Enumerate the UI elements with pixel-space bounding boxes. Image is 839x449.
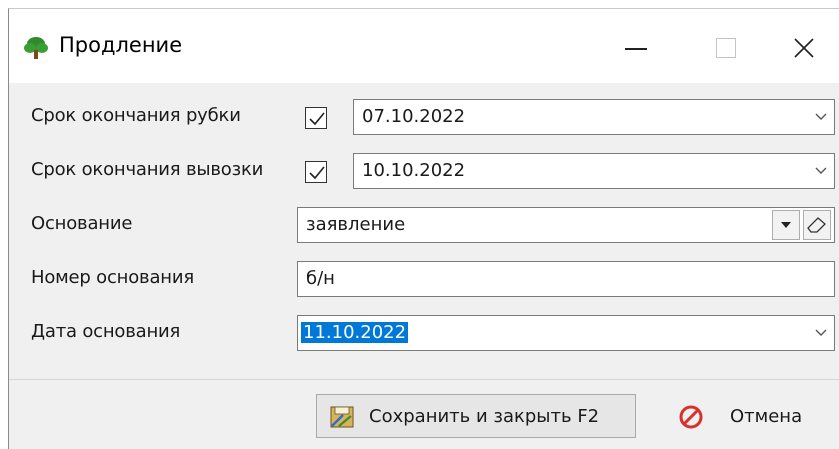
maximize-button[interactable] xyxy=(691,23,761,73)
basis-value[interactable]: заявление xyxy=(306,214,405,235)
haul-end-label: Срок окончания вывозки xyxy=(31,159,264,180)
close-icon xyxy=(794,38,814,58)
chevron-down-icon[interactable] xyxy=(814,328,828,338)
title-bar[interactable]: Продление xyxy=(9,9,839,83)
minimize-icon xyxy=(625,48,647,50)
extension-dialog: Продление Срок окончания рубки 07.10.202… xyxy=(8,8,839,449)
cut-end-date-value[interactable]: 07.10.2022 xyxy=(362,106,465,127)
maximize-icon xyxy=(716,38,736,58)
haul-end-checkbox[interactable] xyxy=(305,161,327,183)
dropdown-arrow-icon xyxy=(781,222,791,228)
basis-date-picker[interactable]: 11.10.2022 xyxy=(297,315,835,351)
cancel-icon xyxy=(679,405,703,429)
cut-end-date-picker[interactable]: 07.10.2022 xyxy=(353,99,835,135)
cancel-label: Отмена xyxy=(730,406,803,427)
basis-dropdown-button[interactable] xyxy=(772,210,800,240)
cut-end-checkbox[interactable] xyxy=(305,107,327,129)
cancel-button[interactable]: Отмена xyxy=(657,394,832,438)
chevron-down-icon[interactable] xyxy=(814,166,828,176)
basis-select[interactable]: заявление xyxy=(297,207,835,243)
save-and-close-button[interactable]: Сохранить и закрыть F2 xyxy=(316,394,636,438)
haul-end-date-value[interactable]: 10.10.2022 xyxy=(362,160,465,181)
checkmark-icon xyxy=(309,112,325,126)
basis-number-label: Номер основания xyxy=(31,267,194,288)
window-title: Продление xyxy=(59,33,183,57)
save-and-close-label: Сохранить и закрыть F2 xyxy=(369,406,600,427)
basis-number-value[interactable]: б/н xyxy=(306,268,335,289)
basis-number-input[interactable]: б/н xyxy=(297,261,835,297)
basis-date-label: Дата основания xyxy=(31,321,181,342)
cut-end-label: Срок окончания рубки xyxy=(31,105,241,126)
save-close-icon xyxy=(330,406,354,428)
basis-clear-button[interactable] xyxy=(803,210,831,240)
tree-icon xyxy=(24,37,48,59)
close-button[interactable] xyxy=(769,23,839,73)
haul-end-date-picker[interactable]: 10.10.2022 xyxy=(353,153,835,189)
chevron-down-icon[interactable] xyxy=(814,112,828,122)
checkmark-icon xyxy=(309,166,325,180)
footer-divider xyxy=(9,379,839,380)
minimize-button[interactable] xyxy=(601,23,671,73)
eraser-icon xyxy=(807,217,826,233)
basis-date-value[interactable]: 11.10.2022 xyxy=(301,322,409,343)
basis-label: Основание xyxy=(31,213,133,234)
